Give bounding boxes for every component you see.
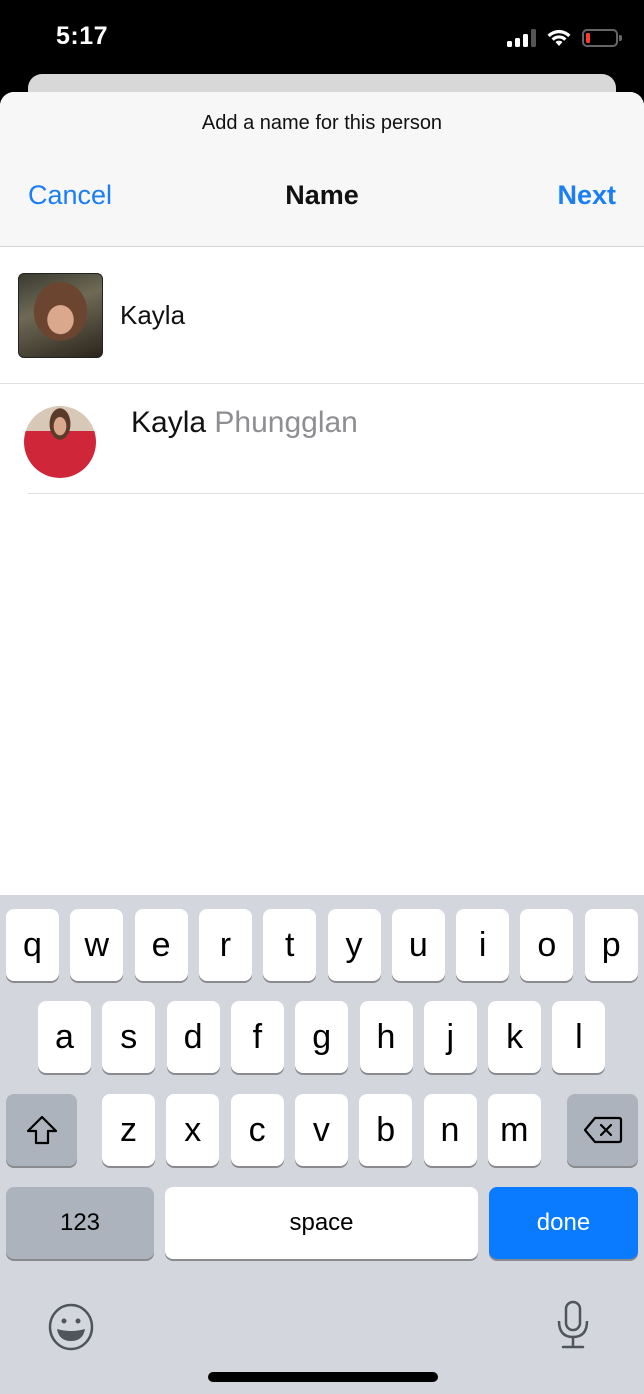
key-x[interactable]: x	[166, 1094, 220, 1166]
key-t[interactable]: t	[263, 909, 317, 981]
key-r[interactable]: r	[198, 909, 252, 981]
name-input-row	[0, 247, 644, 384]
key-a[interactable]: a	[38, 1001, 91, 1073]
home-indicator[interactable]	[208, 1372, 438, 1382]
key-h[interactable]: h	[359, 1001, 413, 1073]
sheet-header: Add a name for this person Cancel Name N…	[0, 92, 644, 247]
cellular-signal-icon	[507, 29, 536, 47]
key-f[interactable]: f	[230, 1001, 284, 1073]
key-s[interactable]: s	[102, 1001, 156, 1073]
emoji-icon[interactable]	[47, 1303, 95, 1351]
delete-icon	[583, 1116, 622, 1144]
key-n[interactable]: n	[423, 1094, 477, 1166]
status-icons	[507, 28, 622, 48]
contact-first-name: Kayla	[131, 406, 207, 439]
next-button[interactable]: Next	[557, 180, 616, 211]
status-time: 5:17	[56, 22, 109, 50]
key-v[interactable]: v	[294, 1094, 348, 1166]
key-c[interactable]: c	[230, 1094, 284, 1166]
nav-bar: Cancel Name Next	[0, 180, 644, 220]
battery-level	[586, 33, 590, 43]
key-o[interactable]: o	[520, 909, 574, 981]
key-b[interactable]: b	[359, 1094, 413, 1166]
microphone-icon[interactable]	[555, 1299, 591, 1353]
key-p[interactable]: p	[584, 909, 638, 981]
numbers-key[interactable]: 123	[6, 1187, 154, 1259]
key-j[interactable]: j	[423, 1001, 477, 1073]
battery-low-icon	[582, 29, 622, 47]
contact-suggestion[interactable]: Kayla Phungglan	[0, 384, 644, 494]
delete-key[interactable]	[567, 1094, 638, 1166]
sheet-prompt: Add a name for this person	[201, 112, 443, 134]
contact-last-name: Phungglan	[214, 406, 358, 439]
face-thumbnail	[18, 273, 103, 358]
wifi-icon	[547, 29, 571, 46]
contact-name: Kayla Phungglan	[131, 406, 358, 440]
cancel-button[interactable]: Cancel	[28, 180, 112, 211]
key-q[interactable]: q	[6, 909, 59, 981]
key-i[interactable]: i	[456, 909, 510, 981]
key-l[interactable]: l	[552, 1001, 606, 1073]
key-w[interactable]: w	[70, 909, 124, 981]
key-m[interactable]: m	[487, 1094, 541, 1166]
shift-key[interactable]	[6, 1094, 77, 1166]
shift-icon	[26, 1115, 57, 1145]
name-input[interactable]	[120, 295, 620, 335]
space-key[interactable]: space	[165, 1187, 478, 1259]
key-g[interactable]: g	[295, 1001, 349, 1073]
contact-avatar	[24, 406, 96, 478]
status-bar: 5:17	[0, 0, 644, 80]
key-z[interactable]: z	[102, 1094, 155, 1166]
key-u[interactable]: u	[391, 909, 445, 981]
key-y[interactable]: y	[327, 909, 381, 981]
key-d[interactable]: d	[166, 1001, 220, 1073]
key-k[interactable]: k	[488, 1001, 542, 1073]
done-key[interactable]: done	[489, 1187, 638, 1259]
key-e[interactable]: e	[134, 909, 188, 981]
keyboard: qwertyuiop asdfghjkl zxcvbnm 123 space d…	[0, 895, 644, 1394]
